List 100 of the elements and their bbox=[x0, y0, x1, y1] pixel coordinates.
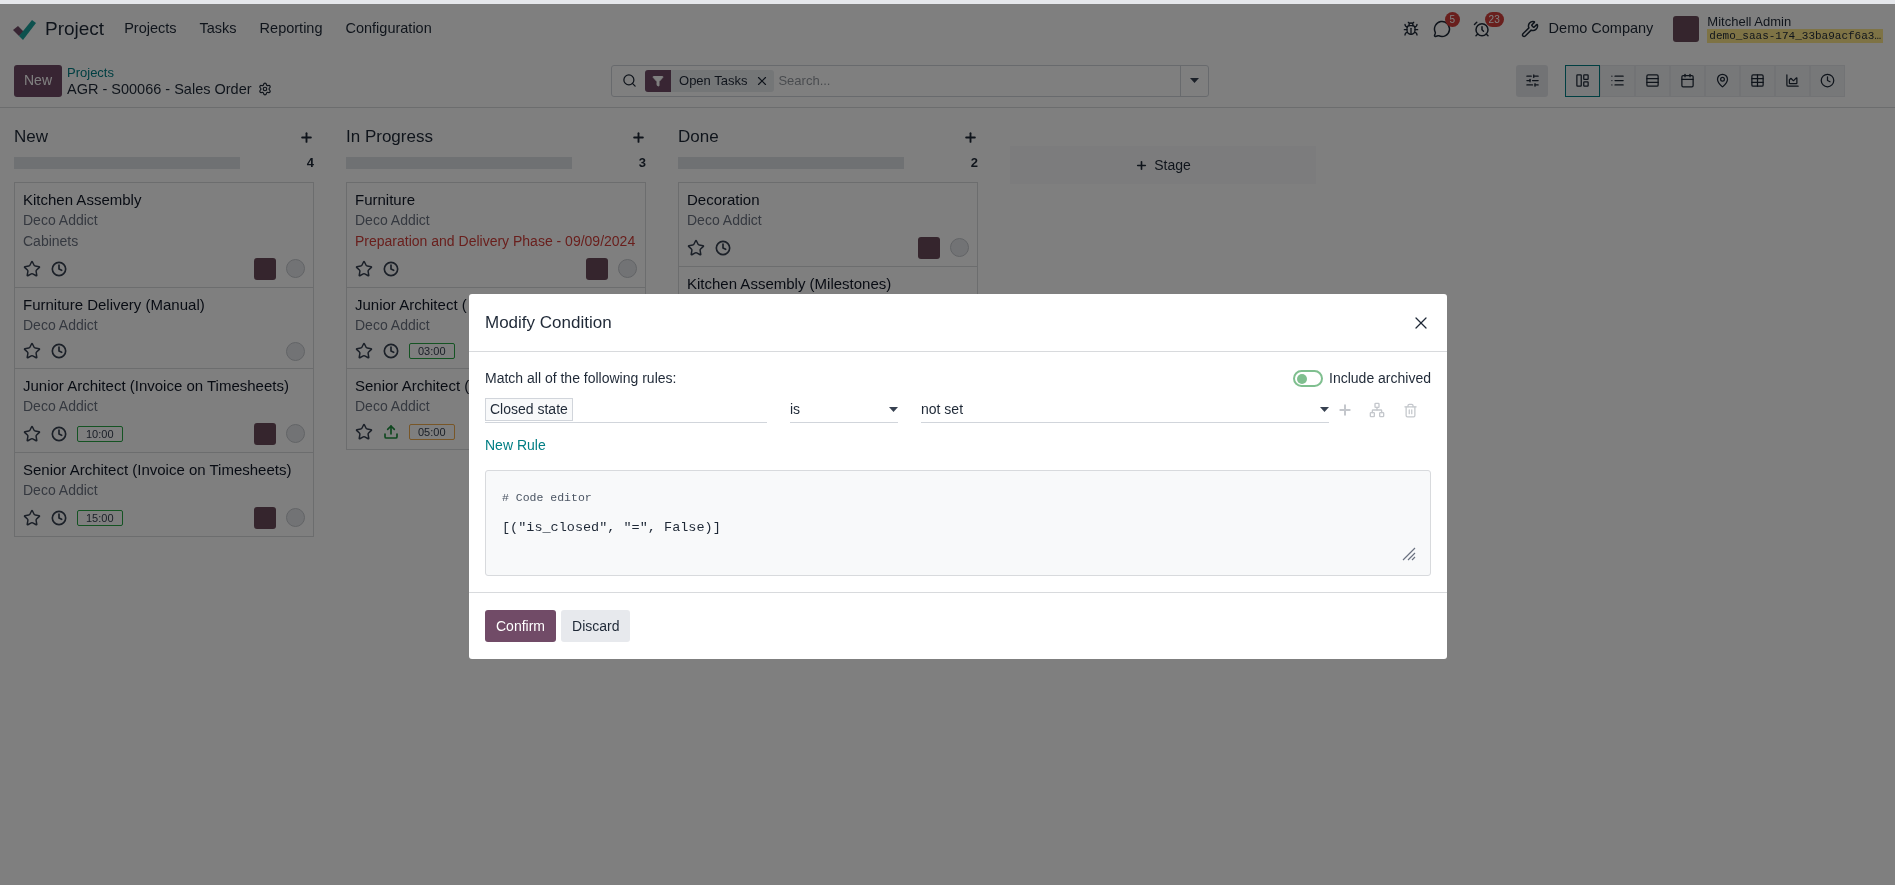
customer-name: Deco Addict bbox=[687, 210, 762, 230]
star-icon[interactable] bbox=[355, 423, 373, 441]
caret-icon bbox=[1190, 78, 1199, 83]
project-title: AGR - S00066 - Sales Order bbox=[67, 80, 252, 98]
map-view-button[interactable] bbox=[1705, 64, 1740, 97]
sliders-icon bbox=[1524, 73, 1540, 88]
activity-count-badge: 23 bbox=[1484, 12, 1504, 27]
app-name[interactable]: Project bbox=[45, 14, 105, 44]
app-logo-icon[interactable] bbox=[12, 18, 36, 40]
activity-view-button[interactable] bbox=[1810, 64, 1845, 97]
task-card[interactable]: Senior Architect (Invoice on Timesheets) Deco Addict 15:00 bbox=[14, 451, 314, 537]
star-icon[interactable] bbox=[355, 342, 373, 360]
avatar-picture[interactable] bbox=[254, 422, 276, 445]
hours-badge: 03:00 bbox=[409, 343, 455, 359]
task-card[interactable]: Kitchen Assembly Deco Addict Cabinets bbox=[14, 181, 314, 288]
star-icon[interactable] bbox=[23, 508, 41, 527]
task-card[interactable]: Junior Architect (Invoice on Timesheets) Deco Addict 10:00 bbox=[14, 367, 314, 453]
company-name[interactable]: Demo Company bbox=[1548, 18, 1654, 40]
star-icon[interactable] bbox=[23, 342, 41, 360]
clock-icon[interactable] bbox=[383, 343, 399, 359]
user-avatar[interactable] bbox=[1673, 16, 1700, 42]
search-bar[interactable]: Open Tasks Search... bbox=[611, 64, 1209, 97]
operator-select[interactable]: is bbox=[790, 397, 898, 423]
value-select[interactable]: not set bbox=[921, 397, 1329, 423]
hours-badge: 05:00 bbox=[409, 424, 455, 440]
avatar-picture[interactable] bbox=[254, 506, 276, 529]
match-rules-label: Match all of the following rules: bbox=[485, 369, 677, 388]
confirm-button[interactable]: Confirm bbox=[485, 610, 556, 642]
star-icon[interactable] bbox=[23, 259, 41, 278]
code-comment: # Code editor bbox=[502, 490, 593, 506]
dialog-title: Modify Condition bbox=[485, 311, 612, 334]
clock-icon[interactable] bbox=[51, 343, 67, 359]
customer-name: Deco Addict bbox=[355, 210, 430, 230]
task-title: Junior Architect ( bbox=[355, 294, 467, 315]
hours-badge: 15:00 bbox=[77, 509, 123, 526]
column-title: Done bbox=[678, 126, 719, 149]
column-count: 4 bbox=[306, 154, 314, 172]
add-card-icon[interactable] bbox=[299, 129, 314, 145]
list-view-button[interactable] bbox=[1600, 64, 1635, 97]
menu-item[interactable]: Configuration bbox=[345, 18, 432, 40]
customer-name: Deco Addict bbox=[355, 315, 430, 335]
star-icon[interactable] bbox=[23, 424, 41, 443]
activity-icon[interactable] bbox=[1472, 20, 1491, 38]
gantt-view-button[interactable] bbox=[1635, 64, 1670, 97]
discard-button[interactable]: Discard bbox=[561, 610, 631, 642]
task-title: Senior Architect (Invoice on Timesheets) bbox=[23, 459, 292, 480]
task-title: Senior Architect ( bbox=[355, 375, 470, 396]
add-card-icon[interactable] bbox=[631, 129, 646, 145]
filter-facet[interactable]: Open Tasks bbox=[645, 69, 775, 92]
task-card[interactable]: Decoration Deco Addict bbox=[678, 181, 978, 267]
clock-icon[interactable] bbox=[51, 509, 67, 526]
bug-icon[interactable] bbox=[1402, 21, 1419, 37]
task-card[interactable]: Furniture Deco Addict Preparation and Delivery Phase - 09/09/2024 bbox=[346, 181, 646, 288]
graph-view-button[interactable] bbox=[1775, 64, 1810, 97]
chat-icon[interactable] bbox=[1432, 20, 1451, 38]
search-input[interactable]: Search... bbox=[778, 70, 1180, 91]
domain-code: [("is_closed", "=", False)] bbox=[502, 519, 722, 538]
star-icon[interactable] bbox=[687, 238, 705, 257]
task-title: Junior Architect (Invoice on Timesheets) bbox=[23, 375, 289, 396]
activity-icon bbox=[1820, 73, 1835, 88]
avatar-picture[interactable] bbox=[254, 257, 276, 280]
code-editor[interactable]: # Code editor [("is_closed", "=", False)] bbox=[485, 470, 1431, 576]
menu-item[interactable]: Tasks bbox=[199, 18, 237, 40]
clock-icon[interactable] bbox=[51, 260, 67, 277]
pivot-view-button[interactable] bbox=[1740, 64, 1775, 97]
avatar-picture[interactable] bbox=[918, 236, 940, 259]
user-name[interactable]: Mitchell Admin bbox=[1707, 15, 1883, 29]
add-card-icon[interactable] bbox=[963, 129, 978, 145]
wrench-icon[interactable] bbox=[1520, 20, 1539, 38]
plus-icon bbox=[1135, 158, 1149, 172]
task-title: Kitchen Assembly (Milestones) bbox=[687, 273, 892, 294]
avatar-picture[interactable] bbox=[586, 257, 608, 280]
task-card[interactable]: Furniture Delivery (Manual) Deco Addict bbox=[14, 286, 314, 369]
calendar-icon bbox=[1680, 73, 1695, 88]
menu-item[interactable]: Reporting bbox=[259, 18, 323, 40]
pivot-icon bbox=[1750, 73, 1765, 88]
include-archived-toggle[interactable] bbox=[1293, 370, 1324, 387]
milestone-deadline: Preparation and Delivery Phase - 09/09/2024 bbox=[355, 231, 636, 251]
field-selector[interactable]: Closed state bbox=[485, 397, 767, 423]
new-rule-link[interactable]: New Rule bbox=[485, 435, 546, 456]
filter-options-button[interactable] bbox=[1516, 64, 1548, 97]
clock-icon[interactable] bbox=[51, 425, 67, 442]
clock-icon[interactable] bbox=[383, 260, 399, 277]
star-icon[interactable] bbox=[355, 259, 373, 278]
message-count-badge: 5 bbox=[1444, 12, 1461, 27]
customer-name: Deco Addict bbox=[23, 210, 98, 230]
upload-icon[interactable] bbox=[383, 424, 399, 440]
calendar-view-button[interactable] bbox=[1670, 64, 1705, 97]
clock-icon[interactable] bbox=[715, 239, 731, 256]
kanban-view-button[interactable] bbox=[1565, 64, 1600, 97]
settings-icon[interactable] bbox=[257, 82, 272, 96]
facet-label: Open Tasks bbox=[678, 71, 749, 90]
new-button[interactable]: New bbox=[14, 64, 62, 97]
breadcrumb-link[interactable]: Projects bbox=[67, 63, 611, 81]
caret-icon bbox=[1320, 407, 1329, 412]
column-title: New bbox=[14, 126, 48, 149]
hours-badge: 10:00 bbox=[77, 425, 123, 442]
customer-name: Deco Addict bbox=[355, 396, 430, 416]
menu-item[interactable]: Projects bbox=[124, 18, 177, 40]
resize-handle-icon[interactable] bbox=[1402, 547, 1416, 561]
